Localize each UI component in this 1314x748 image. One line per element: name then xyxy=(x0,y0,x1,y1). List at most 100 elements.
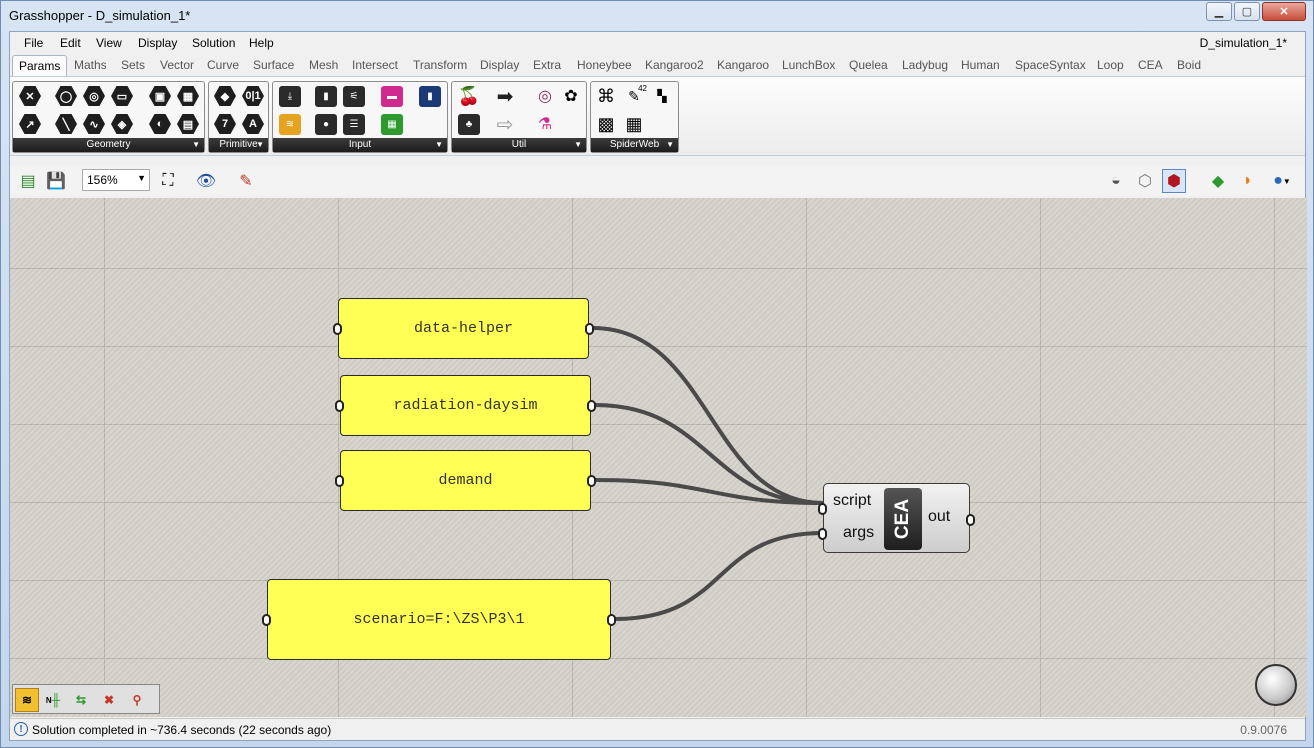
spiderweb-graph-icon[interactable]: ⌘ xyxy=(593,84,619,108)
arrow-right-icon[interactable]: ➡ xyxy=(492,84,518,108)
output-grip[interactable] xyxy=(587,399,596,412)
slider-icon[interactable]: ⚟ xyxy=(341,84,367,108)
output-grip[interactable] xyxy=(587,474,596,487)
line-param-icon[interactable]: ╲ xyxy=(53,112,79,136)
tab-boid[interactable]: Boid xyxy=(1177,58,1201,72)
tab-spacesyntax[interactable]: SpaceSyntax xyxy=(1015,58,1086,72)
preview-eye-icon[interactable]: 👁 xyxy=(194,169,218,193)
boolean-param-icon[interactable]: ◆ xyxy=(212,84,238,108)
spiderweb-node-icon[interactable]: ✎ 42 xyxy=(621,84,647,108)
save-file-icon[interactable]: 💾 xyxy=(44,169,68,193)
preview-wireframe-icon[interactable]: ◒ xyxy=(1104,169,1128,193)
input-grip[interactable] xyxy=(335,474,344,487)
tab-curve[interactable]: Curve xyxy=(207,58,239,72)
circle-param-icon[interactable]: ◯ xyxy=(53,84,79,108)
out-output-grip[interactable] xyxy=(966,514,975,526)
tab-kangaroo[interactable]: Kangaroo xyxy=(717,58,769,72)
tab-params[interactable]: Params xyxy=(12,55,68,77)
cherry-pick-icon[interactable]: 🍒 xyxy=(456,84,482,108)
tab-transform[interactable]: Transform xyxy=(413,58,467,72)
text-param-icon[interactable]: A xyxy=(240,112,266,136)
rectangle-param-icon[interactable]: ▭ xyxy=(109,84,135,108)
menu-edit[interactable]: Edit xyxy=(60,36,81,50)
graph-mapper-icon[interactable]: ≋ xyxy=(277,112,303,136)
dial-icon[interactable]: ● xyxy=(313,112,339,136)
close-button[interactable]: ✕ xyxy=(1262,2,1306,21)
point-param-icon[interactable]: ✕ xyxy=(17,84,43,108)
util-panel-label[interactable]: Util ▼ xyxy=(452,138,586,152)
tab-quelea[interactable]: Quelea xyxy=(849,58,888,72)
tab-ladybug[interactable]: Ladybug xyxy=(902,58,948,72)
tab-maths[interactable]: Maths xyxy=(74,58,107,72)
input-grip[interactable] xyxy=(335,399,344,412)
panel-demand[interactable]: demand xyxy=(335,450,596,511)
data-input-icon[interactable]: ⤓ xyxy=(277,84,303,108)
value-list-icon[interactable]: ☰ xyxy=(341,112,367,136)
profiler-icon[interactable]: ⚲ xyxy=(125,688,149,712)
tab-vector[interactable]: Vector xyxy=(160,58,194,72)
align-nodes-icon[interactable]: N ╫ xyxy=(41,688,65,712)
preview-mesh-quality-icon[interactable]: ◑ xyxy=(1234,169,1258,193)
geometry-panel-label[interactable]: Geometry ▼ xyxy=(13,138,204,152)
output-grip[interactable] xyxy=(585,322,594,335)
tab-cea[interactable]: CEA xyxy=(1138,58,1163,72)
cluster-icon[interactable]: ✿ xyxy=(558,84,584,108)
tab-honeybee[interactable]: Honeybee xyxy=(577,58,632,72)
menu-display[interactable]: Display xyxy=(138,36,177,50)
zoom-level-select[interactable]: 156% ▼ xyxy=(82,169,150,191)
curve-param-icon[interactable]: ∿ xyxy=(81,112,107,136)
tab-lunchbox[interactable]: LunchBox xyxy=(782,58,835,72)
tab-extra[interactable]: Extra xyxy=(533,58,561,72)
input-grip[interactable] xyxy=(262,613,271,626)
tab-loop[interactable]: Loop xyxy=(1097,58,1124,72)
swatch-icon[interactable]: ▦ xyxy=(379,112,405,136)
arc-param-icon[interactable]: ◎ xyxy=(81,84,107,108)
tab-sets[interactable]: Sets xyxy=(121,58,145,72)
script-input-grip[interactable] xyxy=(818,503,827,515)
grasshopper-canvas[interactable]: data-helper radiation-daysim demand scen… xyxy=(10,198,1307,717)
tab-surface[interactable]: Surface xyxy=(253,58,294,72)
tab-kangaroo2[interactable]: Kangaroo2 xyxy=(645,58,704,72)
button-param-icon[interactable]: ▮ xyxy=(417,84,443,108)
tab-display[interactable]: Display xyxy=(480,58,519,72)
menu-solution[interactable]: Solution xyxy=(192,36,235,50)
panel-data-helper[interactable]: data-helper xyxy=(333,298,594,359)
tab-mesh[interactable]: Mesh xyxy=(309,58,338,72)
tree-icon[interactable]: ♣ xyxy=(456,112,482,136)
integer-param-icon[interactable]: 0|1 xyxy=(240,84,266,108)
panel-radiation-daysim[interactable]: radiation-daysim xyxy=(335,375,596,436)
spiderweb-map-icon[interactable]: ▦ xyxy=(621,112,647,136)
fuse-icon[interactable]: ◎ xyxy=(532,84,558,108)
flask-icon[interactable]: ⚗ xyxy=(532,112,558,136)
document-preview-icon[interactable]: ◆ xyxy=(1206,169,1230,193)
info-icon[interactable]: ! xyxy=(14,722,28,736)
menu-help[interactable]: Help xyxy=(249,36,274,50)
sketch-pen-icon[interactable]: ✎ xyxy=(234,169,258,193)
bake-icon[interactable]: ⇆ xyxy=(69,688,93,712)
preview-selected-icon[interactable]: ⬢ xyxy=(1162,169,1186,193)
maximize-button[interactable]: ▢ xyxy=(1234,2,1260,21)
input-panel-label[interactable]: Input ▼ xyxy=(273,138,447,152)
spiderweb-panel-label[interactable]: SpiderWeb ▼ xyxy=(591,138,678,152)
surface-param-icon[interactable]: ◈ xyxy=(109,112,135,136)
tab-human[interactable]: Human xyxy=(961,58,1000,72)
menu-file[interactable]: File xyxy=(24,36,43,50)
spiderweb-index-icon[interactable]: ▚ xyxy=(649,84,675,108)
box-param-icon[interactable]: ▣ xyxy=(147,84,173,108)
cea-component[interactable]: script args CEA out xyxy=(818,483,975,553)
minimize-button[interactable]: ▁ xyxy=(1206,2,1232,21)
gradient-icon[interactable]: ▬ xyxy=(379,84,405,108)
toggle-icon[interactable]: ▮ xyxy=(313,84,339,108)
graph-widget-icon[interactable]: ≋ xyxy=(15,688,39,712)
menu-view[interactable]: View xyxy=(96,36,122,50)
spiderweb-grid-icon[interactable]: ▩ xyxy=(593,112,619,136)
tab-intersect[interactable]: Intersect xyxy=(352,58,398,72)
panel-scenario[interactable]: scenario=F:\ZS\P3\1 xyxy=(262,579,616,660)
primitive-panel-label[interactable]: Primitive ▼ xyxy=(209,138,268,152)
arrow-outline-icon[interactable]: ⇨ xyxy=(492,112,518,136)
navigation-compass-icon[interactable] xyxy=(1255,664,1297,706)
geometry-param-icon[interactable]: ▤ xyxy=(175,112,201,136)
args-input-grip[interactable] xyxy=(818,528,827,540)
preview-shaded-icon[interactable]: ⬡ xyxy=(1133,169,1157,193)
open-file-icon[interactable]: ▤ xyxy=(16,169,40,193)
